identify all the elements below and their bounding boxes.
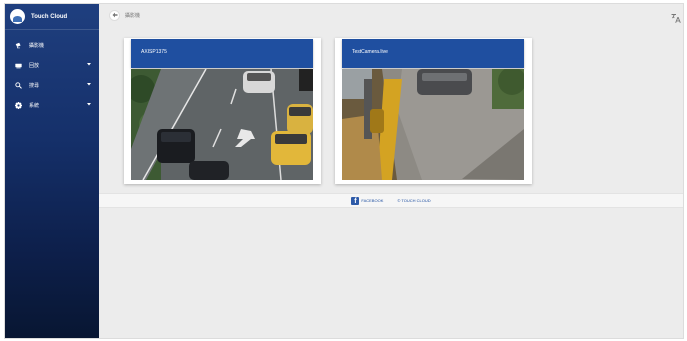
camera-icon [13,40,23,50]
sidebar-item-search[interactable]: 搜尋 [5,75,99,95]
brand-name: Touch Cloud [31,13,68,20]
breadcrumb: 攝影機 [125,12,141,19]
app-window: Touch Cloud 攝影機 回放 搜尋 系統 攝影機 AXISP1375 T… [4,3,684,339]
facebook-link[interactable]: f FACEBOOK [351,196,384,205]
camera-title: AXISP1375 [131,39,313,68]
topbar: 攝影機 [99,4,683,26]
camera-card[interactable]: TestCamera.live [335,38,532,184]
back-button[interactable] [109,9,120,21]
sidebar-item-label: 搜尋 [29,82,40,89]
sidebar-item-camera[interactable]: 攝影機 [5,35,99,55]
camera-title: TestCamera.live [342,39,524,68]
gear-icon [13,100,23,110]
brand-header[interactable]: Touch Cloud [5,4,99,30]
chevron-down-icon [87,62,91,66]
sidebar: Touch Cloud 攝影機 回放 搜尋 系統 [5,4,99,338]
sidebar-item-playback[interactable]: 回放 [5,55,99,75]
sidebar-item-label: 攝影機 [29,42,45,49]
camera-feed-image[interactable] [342,69,524,180]
chevron-down-icon [87,82,91,86]
sidebar-item-label: 系統 [29,102,40,109]
facebook-icon: f [351,196,360,205]
sidebar-item-label: 回放 [29,62,40,69]
sidebar-item-system[interactable]: 系統 [5,95,99,115]
sidebar-menu: 攝影機 回放 搜尋 系統 [5,35,99,115]
camera-card[interactable]: AXISP1375 [124,38,321,184]
video-icon [13,60,23,70]
arrow-left-icon [112,12,117,18]
translate-icon[interactable] [671,10,681,23]
camera-feed-image[interactable] [131,69,313,180]
chevron-down-icon [87,102,91,106]
touch-cloud-link[interactable]: © TOUCH CLOUD [397,198,430,203]
search-icon [13,80,23,90]
facebook-label: FACEBOOK [361,198,384,203]
touch-cloud-logo [10,9,25,24]
main-content: 攝影機 AXISP1375 TestCamera.live f FACEBOOK… [99,4,683,338]
footer: f FACEBOOK © TOUCH CLOUD [99,193,683,208]
